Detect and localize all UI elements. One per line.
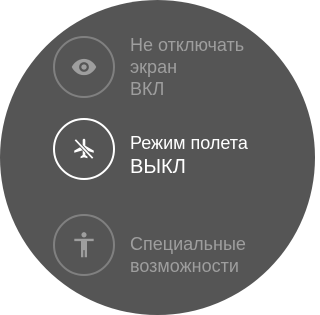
accessibility-button[interactable]	[53, 214, 115, 276]
keep-screen-on-toggle[interactable]	[53, 36, 115, 98]
keep-screen-on-label-line2: экран	[130, 57, 178, 77]
accessibility-label-line1: Специальные	[130, 234, 246, 254]
keep-screen-on-label-line1: Не отключать	[130, 35, 245, 55]
keep-screen-on-state: ВКЛ	[130, 79, 165, 99]
setting-airplane-mode[interactable]: Режим полета ВЫКЛ	[0, 112, 315, 202]
airplane-mode-toggle[interactable]	[53, 118, 115, 180]
accessibility-label: Специальные возможности	[130, 233, 246, 277]
eye-icon	[70, 53, 98, 81]
keep-screen-on-label: Не отключать экран	[130, 34, 244, 78]
setting-accessibility[interactable]: Специальные возможности	[0, 213, 315, 303]
accessibility-label-line2: возможности	[130, 256, 239, 276]
watch-face: Не отключать экран ВКЛ Режим полета ВЫКЛ	[0, 0, 315, 315]
airplane-mode-label: Режим полета	[130, 133, 248, 153]
setting-keep-screen-on[interactable]: Не отключать экран ВКЛ	[0, 20, 315, 110]
airplane-mode-state: ВЫКЛ	[130, 156, 186, 178]
accessibility-icon	[71, 231, 97, 259]
airplane-off-icon	[71, 136, 97, 162]
